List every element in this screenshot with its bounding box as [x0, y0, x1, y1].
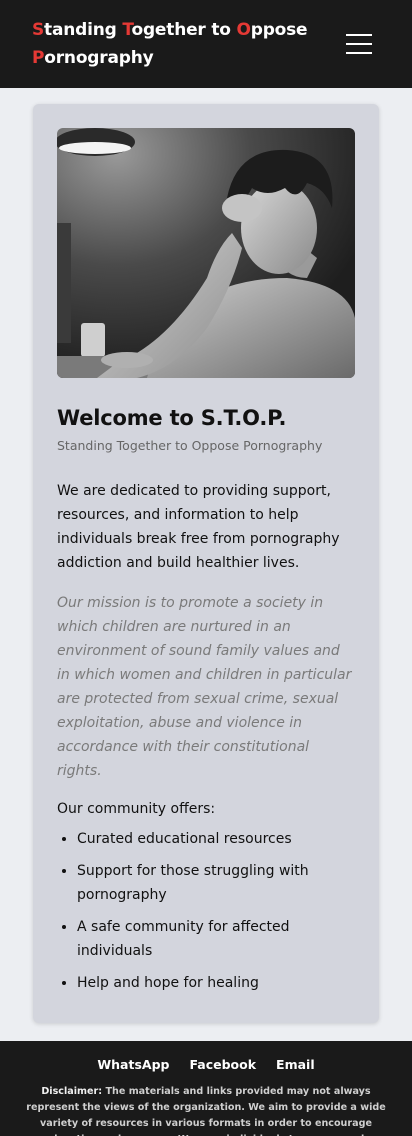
list-item: Support for those struggling with pornog…: [77, 859, 355, 907]
disclaimer: Disclaimer: The materials and links prov…: [20, 1084, 392, 1136]
offers-list: Curated educational resources Support fo…: [57, 827, 355, 995]
disclaimer-label: Disclaimer:: [41, 1086, 103, 1097]
main-content: Welcome to S.T.O.P. Standing Together to…: [0, 88, 412, 1041]
list-item: Help and hope for healing: [77, 971, 355, 995]
whatsapp-link[interactable]: WhatsApp: [97, 1057, 169, 1072]
site-footer: WhatsApp Facebook Email Disclaimer: The …: [0, 1041, 412, 1136]
hero-image: [57, 128, 355, 378]
hamburger-menu-icon[interactable]: [346, 34, 372, 54]
brand-word-together: Together to: [122, 20, 237, 40]
welcome-card: Welcome to S.T.O.P. Standing Together to…: [33, 104, 379, 1023]
page-subtitle: Standing Together to Oppose Pornography: [57, 438, 323, 453]
brand-word-oppose: Oppose: [236, 20, 308, 40]
site-header: Standing Together to Oppose Pornography: [0, 0, 412, 88]
mission-statement: Our mission is to promote a society in w…: [57, 595, 352, 779]
page-title: Welcome to S.T.O.P.: [57, 406, 287, 430]
facebook-link[interactable]: Facebook: [189, 1057, 256, 1072]
list-item: Curated educational resources: [77, 827, 355, 851]
intro-paragraph: We are dedicated to providing support, r…: [57, 483, 340, 571]
email-link[interactable]: Email: [276, 1057, 315, 1072]
site-brand[interactable]: Standing Together to Oppose Pornography: [32, 16, 312, 72]
list-item: A safe community for affected individual…: [77, 915, 355, 963]
brand-word-standing: Standing: [32, 20, 123, 40]
footer-links: WhatsApp Facebook Email: [20, 1057, 392, 1072]
brand-word-pornography: Pornography: [32, 48, 154, 68]
offers-heading: Our community offers:: [57, 801, 216, 817]
